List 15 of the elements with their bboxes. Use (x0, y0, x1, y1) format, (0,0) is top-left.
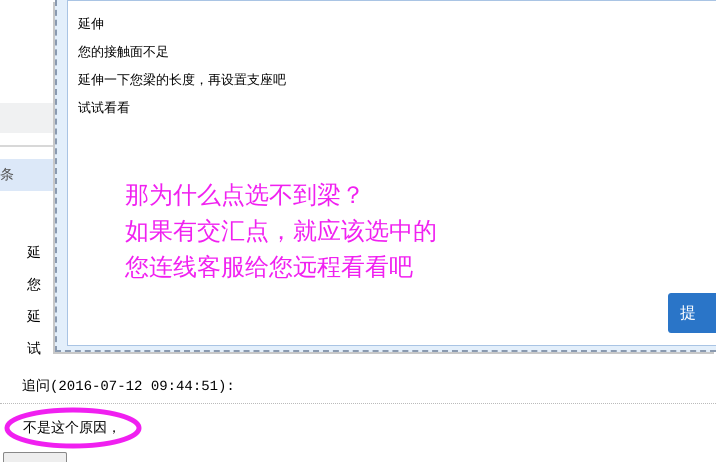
annotation-text: 您连线客服给您远程看看吧 (125, 252, 413, 283)
sidebar-text: 条 (0, 166, 14, 184)
follow-up-label: 追问(2016-07-12 09:44:51): (22, 378, 235, 397)
message-line: 延伸一下您梁的长度，再设置支座吧 (78, 72, 286, 90)
follow-up-text: 不是这个原因， (22, 418, 121, 438)
answer-line: 试 (27, 340, 41, 359)
answer-line: 您 (27, 276, 41, 295)
answer-line: 延 (27, 308, 41, 327)
answer-line: 延 (27, 244, 41, 263)
annotation-text: 那为什么点选不到梁？ (125, 180, 365, 211)
submit-button[interactable]: 提 (668, 293, 716, 333)
message-line: 延伸 (78, 16, 104, 34)
message-line: 您的接触面不足 (78, 44, 169, 62)
annotation-text: 如果有交汇点，就应该选中的 (125, 216, 437, 247)
message-line: 试试看看 (78, 100, 130, 118)
